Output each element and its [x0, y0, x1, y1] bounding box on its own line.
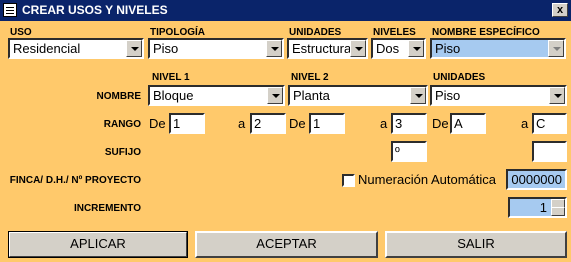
tipologia-header: TIPOLOGÍA [150, 27, 205, 38]
rango-nivel2-to-input[interactable]: 3 [391, 113, 427, 134]
unidades-header: UNIDADES [289, 27, 342, 38]
numeracion-automatica-label[interactable]: Numeración Automática [358, 169, 496, 190]
uso-select[interactable]: Residencial [8, 38, 144, 59]
chevron-down-icon[interactable] [126, 40, 142, 57]
tipologia-select-value: Piso [153, 41, 179, 56]
close-button[interactable]: x [552, 3, 568, 17]
numeracion-automatica-checkbox[interactable] [342, 174, 355, 187]
salir-button[interactable]: SALIR [385, 231, 567, 258]
aplicar-button[interactable]: APLICAR [8, 231, 188, 258]
nombre-unidades-value: Piso [435, 88, 461, 103]
niveles-select[interactable]: Dos [371, 38, 426, 59]
chevron-down-icon [548, 40, 564, 57]
aceptar-button[interactable]: ACEPTAR [195, 231, 378, 258]
nivel1-header: NIVEL 1 [152, 72, 190, 83]
nombre-label: NOMBRE [96, 91, 141, 102]
proyecto-number-field: 0000000 [506, 169, 567, 190]
nombre-unidades-select[interactable]: Piso [430, 85, 567, 106]
rango-unidades-to-input[interactable]: C [532, 113, 567, 134]
nombre-especifico-select-value: Piso [435, 41, 461, 56]
rango-nivel2-from-input[interactable]: 1 [309, 113, 345, 134]
incremento-label: INCREMENTO [73, 203, 141, 214]
chevron-down-icon[interactable] [266, 40, 282, 57]
sufijo-unidades-input[interactable] [532, 141, 567, 162]
nombre-especifico-select: Piso [430, 38, 566, 59]
chevron-down-icon[interactable] [549, 87, 565, 104]
rango-nivel1-from-input[interactable]: 1 [169, 113, 205, 134]
chevron-down-icon[interactable] [410, 87, 426, 104]
unidades-level-header: UNIDADES [433, 72, 486, 83]
window-title: CREAR USOS Y NIVELES [22, 3, 168, 17]
chevron-down-icon[interactable] [267, 87, 283, 104]
niveles-select-value: Dos [376, 41, 400, 56]
nivel2-header: NIVEL 2 [291, 72, 329, 83]
rango-nivel2-de-label: De [289, 116, 306, 131]
tipologia-select[interactable]: Piso [148, 38, 284, 59]
rango-nivel1-de-label: De [149, 116, 166, 131]
title-bar: CREAR USOS Y NIVELES x [0, 0, 571, 21]
rango-unidades-a-label: a [521, 116, 529, 131]
sufijo-nivel2-input[interactable]: º [391, 141, 427, 162]
uso-header: USO [10, 27, 32, 38]
chevron-down-icon[interactable] [408, 40, 424, 57]
niveles-header: NIVELES [373, 27, 416, 38]
incremento-value: 1 [539, 200, 547, 215]
nombre-nivel2-select[interactable]: Planta [288, 85, 428, 106]
rango-unidades-from-input[interactable]: A [450, 113, 486, 134]
incremento-spinner[interactable]: 1 [508, 197, 567, 218]
window-icon [3, 3, 17, 17]
sufijo-label: SUFIJO [104, 147, 141, 158]
spin-down-icon[interactable] [551, 207, 565, 216]
unidades-select-value: Estructura [292, 41, 352, 56]
finca-label: FINCA/ D.H./ Nº PROYECTO [9, 175, 141, 186]
rango-label: RANGO [103, 119, 141, 130]
rango-nivel2-a-label: a [380, 116, 388, 131]
chevron-down-icon[interactable] [350, 40, 366, 57]
rango-unidades-de-label: De [432, 116, 449, 131]
uso-select-value: Residencial [13, 41, 81, 56]
nombre-nivel1-value: Bloque [153, 88, 194, 103]
nombre-nivel1-select[interactable]: Bloque [148, 85, 285, 106]
rango-nivel1-a-label: a [238, 116, 246, 131]
nombre-nivel2-value: Planta [293, 88, 330, 103]
unidades-select[interactable]: Estructura [287, 38, 368, 59]
rango-nivel1-to-input[interactable]: 2 [250, 113, 286, 134]
nombre-especifico-header: NOMBRE ESPECÍFICO [432, 27, 540, 38]
